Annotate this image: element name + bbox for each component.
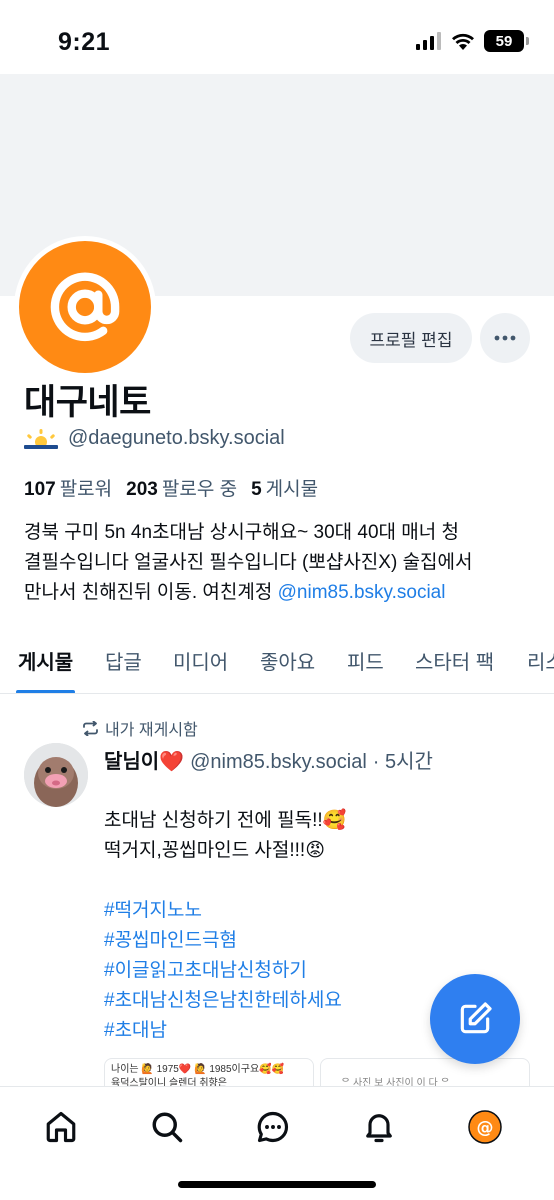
profile-tabs: 게시물 답글 미디어 좋아요 피드 스타터 팩 리스 bbox=[0, 632, 554, 694]
followers-label: 팔로워 bbox=[59, 479, 113, 500]
posts-count: 5 bbox=[251, 479, 262, 500]
profile-handle: @daeguneto.bsky.social bbox=[68, 427, 285, 449]
embed-text: 나이는 🙋 1975❤️ 🙋 1985이구요🥰🥰 bbox=[111, 1064, 285, 1075]
active-tab-indicator bbox=[16, 690, 75, 693]
avatar-circle bbox=[19, 241, 151, 373]
post-author-avatar[interactable] bbox=[24, 743, 88, 807]
home-indicator bbox=[178, 1181, 376, 1188]
more-horizontal-icon bbox=[494, 335, 516, 341]
tab-media[interactable]: 미디어 bbox=[173, 646, 228, 675]
sunrise-icon bbox=[24, 428, 58, 449]
bio-line: 결필수입니다 얼굴사진 필수입니다 (뽀샵사진X) 술집에서 bbox=[24, 552, 473, 573]
bio-mention-link[interactable]: @nim85.bsky.social bbox=[278, 582, 446, 603]
posts-stat: 5 게시물 bbox=[251, 474, 318, 501]
tab-feeds[interactable]: 피드 bbox=[347, 646, 384, 675]
post-text-line: 떡거지,꽁씹마인드 사절!!!😡 bbox=[104, 840, 326, 861]
tab-likes[interactable]: 좋아요 bbox=[260, 646, 315, 675]
wifi-icon bbox=[452, 33, 474, 50]
post-author-handle[interactable]: @nim85.bsky.social bbox=[190, 751, 367, 774]
followers-stat[interactable]: 107 팔로워 bbox=[24, 474, 112, 501]
hashtag-link[interactable]: #꽁씹마인드극혐 bbox=[104, 926, 342, 956]
compose-icon bbox=[460, 1002, 492, 1034]
tab-replies[interactable]: 답글 bbox=[105, 646, 142, 675]
profile-avatar-icon: @ bbox=[468, 1110, 502, 1144]
profile-bio: 경북 구미 5n 4n초대남 상시구해요~ 30대 40대 매너 청 결필수입니… bbox=[24, 518, 534, 608]
edit-profile-button[interactable]: 프로필 편집 bbox=[350, 313, 472, 363]
bio-line: 경북 구미 5n 4n초대남 상시구해요~ 30대 40대 매너 청 bbox=[24, 522, 460, 543]
hashtag-link[interactable]: #이글읽고초대남신청하기 bbox=[104, 956, 342, 986]
post-hashtags: #떡거지노노 #꽁씹마인드극혐 #이글읽고초대남신청하기 #초대남신청은남친한테… bbox=[104, 896, 342, 1046]
tab-starter-packs[interactable]: 스타터 팩 bbox=[415, 646, 494, 675]
bio-line: 만나서 친해진뒤 이동. 여친계정 @nim85.bsky.social bbox=[24, 578, 534, 608]
status-time: 9:21 bbox=[58, 28, 111, 56]
following-label: 팔로우 중 bbox=[161, 479, 238, 500]
tab-posts[interactable]: 게시물 bbox=[18, 646, 73, 675]
at-sign-icon bbox=[50, 272, 120, 342]
status-icons: 59 bbox=[416, 30, 529, 52]
bell-icon bbox=[366, 1114, 392, 1143]
posts-label: 게시물 bbox=[265, 479, 319, 500]
hashtag-link[interactable]: #초대남신청은남친한테하세요 bbox=[104, 986, 342, 1016]
nav-profile[interactable]: @ bbox=[463, 1105, 507, 1149]
repost-icon bbox=[83, 720, 98, 736]
status-bar: 9:21 59 bbox=[0, 0, 554, 74]
compose-post-button[interactable] bbox=[430, 974, 520, 1064]
nav-home[interactable] bbox=[39, 1105, 83, 1149]
repost-label: 내가 재게시함 bbox=[105, 722, 198, 739]
profile-display-name: 대구네토 bbox=[24, 383, 151, 422]
tab-lists[interactable]: 리스 bbox=[527, 646, 554, 675]
battery-icon: 59 bbox=[484, 30, 529, 52]
bird-character-avatar bbox=[24, 743, 88, 807]
battery-level: 59 bbox=[495, 32, 513, 50]
handle-row: @daeguneto.bsky.social bbox=[24, 427, 285, 450]
nav-notifications[interactable] bbox=[357, 1105, 401, 1149]
cellular-signal-icon bbox=[416, 32, 441, 50]
followers-count: 107 bbox=[24, 479, 56, 500]
post-author-name[interactable]: 달님이❤️ bbox=[104, 745, 184, 774]
post-time: · 5시간 bbox=[372, 751, 433, 773]
chat-icon bbox=[257, 1111, 289, 1143]
svg-text:@: @ bbox=[477, 1118, 494, 1138]
hashtag-link[interactable]: #초대남 bbox=[104, 1016, 342, 1046]
profile-stats: 107 팔로워 203 팔로우 중 5 게시물 bbox=[24, 474, 318, 501]
post-text-line: 초대남 신청하기 전에 필독!!🥰 bbox=[104, 810, 347, 831]
hashtag-link[interactable]: #떡거지노노 bbox=[104, 896, 342, 926]
more-options-button[interactable] bbox=[480, 313, 530, 363]
search-icon bbox=[152, 1112, 183, 1143]
post-body: 초대남 신청하기 전에 필독!!🥰 떡거지,꽁씹마인드 사절!!!😡 bbox=[104, 806, 346, 866]
home-icon bbox=[46, 1111, 76, 1143]
bio-text: 만나서 친해진뒤 이동. 여친계정 bbox=[24, 582, 278, 603]
profile-avatar[interactable] bbox=[14, 236, 156, 378]
post-header: 달님이❤️ @nim85.bsky.social · 5시간 bbox=[104, 745, 433, 774]
following-count: 203 bbox=[126, 479, 158, 500]
nav-search[interactable] bbox=[145, 1105, 189, 1149]
nav-chat[interactable] bbox=[251, 1105, 295, 1149]
following-stat[interactable]: 203 팔로우 중 bbox=[126, 474, 237, 501]
repost-indicator: 내가 재게시함 bbox=[82, 716, 198, 740]
bottom-navigation: @ bbox=[0, 1086, 554, 1200]
